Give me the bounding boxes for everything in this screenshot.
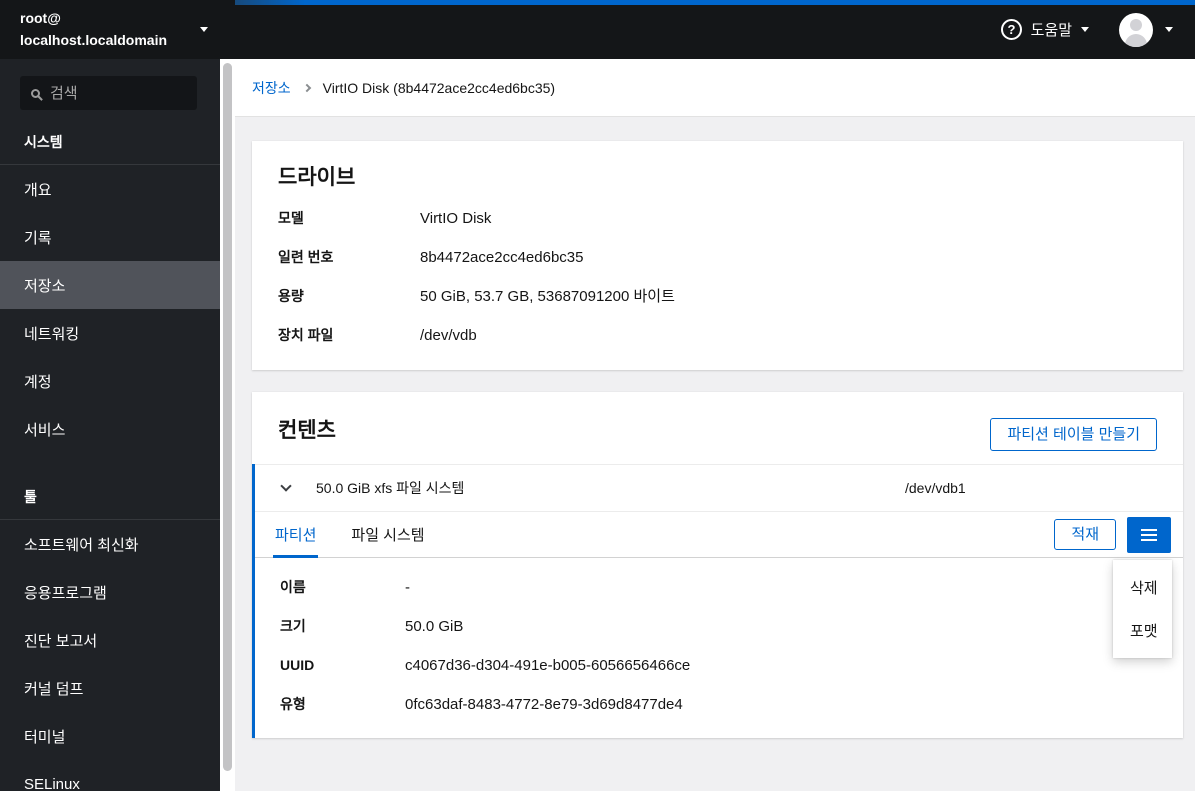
host-user: root@ [20,9,61,26]
page-body: 드라이브 모델 VirtIO Disk 일련 번호 8b4472ace2cc4e… [235,117,1195,738]
drive-card-title: 드라이브 [278,166,356,189]
drive-detail-label: 장치 파일 [278,327,334,343]
partition-detail-value: c4067d36-d304-491e-b005-6056656466ce [405,657,691,674]
partition-detail-value: 50.0 GiB [405,618,464,635]
sidebar-item-accounts[interactable]: 계정 [0,357,220,405]
host-label: root@ localhost.localdomain [20,8,200,51]
sidebar-item-networking[interactable]: 네트워킹 [0,309,220,357]
content-card-title: 컨텐츠 [278,419,336,442]
sidebar-scrollbar [220,59,235,791]
avatar [1119,12,1153,47]
drive-detail-label: 용량 [278,288,304,304]
main-content: 저장소 VirtIO Disk (8b4472ace2cc4ed6bc35) 드… [235,59,1195,791]
drive-detail-label: 모델 [278,210,304,226]
session-menu-button[interactable] [1119,12,1173,47]
scrollbar-thumb[interactable] [223,63,232,771]
sidebar-item-selinux[interactable]: SELinux [0,760,220,791]
sidebar-item-applications[interactable]: 응용프로그램 [0,568,220,616]
partition-tabs: 파티션 파일 시스템 적재 [255,511,1183,558]
sidebar-section-tools: 툴 소프트웨어 최신화 응용프로그램 진단 보고서 커널 덤프 터미널 SELi… [0,477,220,791]
drive-detail-value: 8b4472ace2cc4ed6bc35 [420,249,584,266]
chevron-down-icon [200,27,208,32]
partition-menu-button[interactable] [1127,516,1171,553]
sidebar-search [20,76,197,110]
help-menu-button[interactable]: ? 도움말 [1000,18,1089,41]
sidebar-item-overview[interactable]: 개요 [0,165,220,213]
host-switcher[interactable]: root@ localhost.localdomain [0,0,220,59]
help-label: 도움말 [1030,22,1072,39]
breadcrumb-current: VirtIO Disk (8b4472ace2cc4ed6bc35) [322,79,556,96]
partition-device: /dev/vdb1 [905,480,966,496]
content-card-header: 컨텐츠 파티션 테이블 만들기 [252,392,1183,464]
sidebar-item-services[interactable]: 서비스 [0,405,220,453]
chevron-down-icon [1081,27,1089,32]
partition-detail-value: 0fc63daf-8483-4772-8e79-3d69d8477de4 [405,696,683,713]
sidebar-item-terminal[interactable]: 터미널 [0,712,220,760]
content-card: 컨텐츠 파티션 테이블 만들기 50.0 GiB xfs 파일 시스템 /dev… [252,392,1183,738]
create-partition-table-button[interactable]: 파티션 테이블 만들기 [990,418,1157,451]
chevron-right-icon [302,83,311,92]
masthead-toolbar: ? 도움말 [1000,0,1195,59]
bars-icon [1141,528,1157,541]
partition-details: 이름 - 크기 50.0 GiB UUID c4067d36-d304-491e… [255,558,1183,738]
masthead: root@ localhost.localdomain ? 도움말 [0,0,1195,59]
tab-partition[interactable]: 파티션 [273,512,319,558]
drive-detail-value: /dev/vdb [420,327,477,344]
menu-item-delete[interactable]: 삭제 [1113,566,1172,609]
sidebar-item-storage[interactable]: 저장소 [0,261,220,309]
chevron-down-icon [279,480,292,492]
partition-detail-label: 이름 [280,579,306,595]
chevron-down-icon [1165,27,1173,32]
sidebar-section-system: 시스템 개요 기록 저장소 네트워킹 계정 서비스 [0,122,220,453]
mount-button[interactable]: 적재 [1054,519,1116,550]
tab-filesystem[interactable]: 파일 시스템 [349,512,426,557]
sidebar-item-logs[interactable]: 기록 [0,213,220,261]
partition-summary: 50.0 GiB xfs 파일 시스템 [316,480,465,496]
sidebar: 시스템 개요 기록 저장소 네트워킹 계정 서비스 툴 소프트웨어 최신화 응용… [0,59,220,791]
partition-detail-label: 크기 [280,618,306,634]
section-title: 툴 [0,477,220,520]
expand-toggle[interactable] [255,465,316,511]
drive-detail-value: 50 GiB, 53.7 GB, 53687091200 바이트 [420,288,675,305]
partition-detail-label: 유형 [280,696,306,712]
drive-details: 모델 VirtIO Disk 일련 번호 8b4472ace2cc4ed6bc3… [278,208,1157,346]
search-input[interactable] [50,84,186,102]
breadcrumb: 저장소 VirtIO Disk (8b4472ace2cc4ed6bc35) [235,59,1195,117]
partition-detail-label: UUID [280,657,315,673]
drive-detail-label: 일련 번호 [278,249,334,265]
partition-expanded-panel: 파티션 파일 시스템 적재 이름 - 크기 50.0 GiB UUID c406 [255,511,1183,738]
sidebar-item-software-updates[interactable]: 소프트웨어 최신화 [0,520,220,568]
search-icon [31,88,40,98]
host-name: localhost.localdomain [20,31,168,48]
drive-card: 드라이브 모델 VirtIO Disk 일련 번호 8b4472ace2cc4e… [252,141,1183,370]
sidebar-item-kernel-dump[interactable]: 커널 덤프 [0,664,220,712]
drive-detail-value: VirtIO Disk [420,210,492,227]
section-title: 시스템 [0,122,220,165]
menu-item-format[interactable]: 포맷 [1113,609,1172,652]
partition-listing: 50.0 GiB xfs 파일 시스템 /dev/vdb1 파티션 파일 시스템… [252,464,1183,738]
accent-strip [235,0,1195,5]
partition-menu-dropdown: 삭제 포맷 [1113,560,1172,658]
help-icon: ? [1000,18,1022,41]
sidebar-item-diagnostic-reports[interactable]: 진단 보고서 [0,616,220,664]
partition-detail-value: - [405,579,410,596]
breadcrumb-link-storage[interactable]: 저장소 [252,78,291,98]
partition-row[interactable]: 50.0 GiB xfs 파일 시스템 /dev/vdb1 [255,464,1183,511]
